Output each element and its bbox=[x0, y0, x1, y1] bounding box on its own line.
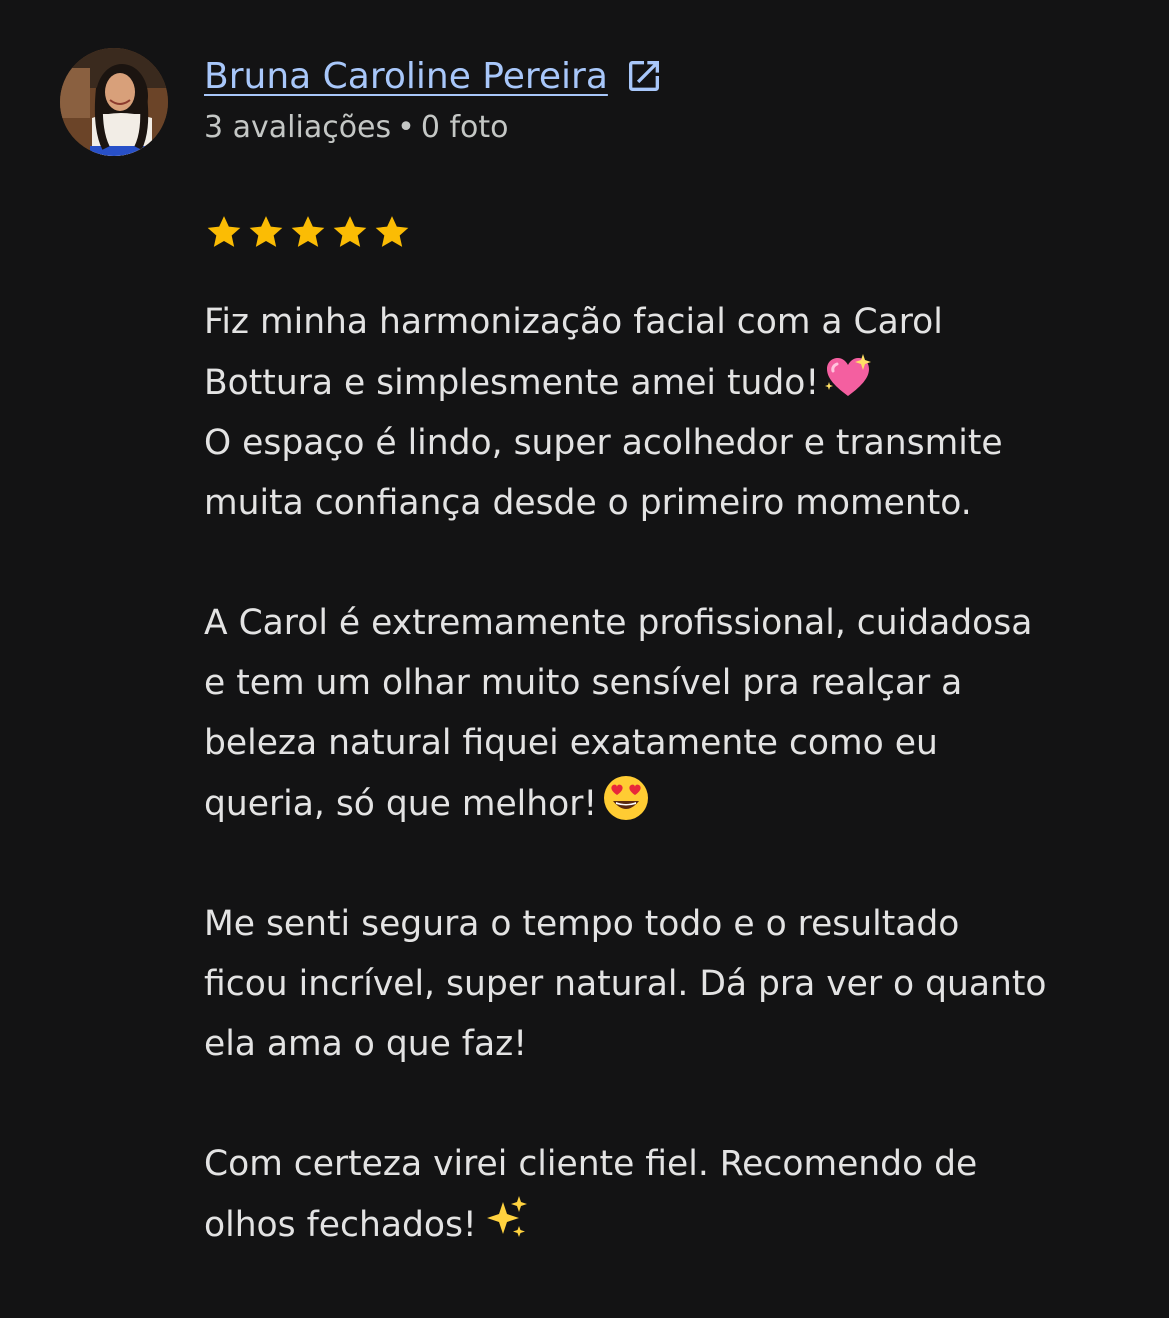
star-icon bbox=[291, 216, 325, 247]
review-line-text: Bottura e simplesmente amei tudo! bbox=[204, 363, 820, 403]
heart-eyes-face-icon bbox=[604, 776, 649, 820]
review-line: queria, só que melhor! bbox=[204, 773, 1134, 834]
review-card: Bruna Caroline Pereira 3 avaliações • 0 fo… bbox=[0, 0, 1169, 1318]
review-line-text: olhos fechados! bbox=[204, 1205, 477, 1245]
review-line-text: ficou incrível, super natural. Dá pra ve… bbox=[204, 964, 1047, 1004]
sparkles-icon bbox=[486, 1196, 527, 1237]
review-line: Bottura e simplesmente amei tudo! bbox=[204, 352, 1134, 413]
review-line: e tem um olhar muito sensível pra realça… bbox=[204, 653, 1134, 713]
review-paragraph: Fiz minha harmonização facial com a Caro… bbox=[204, 292, 1134, 533]
review-line: Me senti segura o tempo todo e o resulta… bbox=[204, 894, 1134, 954]
review-line-text: beleza natural fiquei exatamente como eu bbox=[204, 723, 938, 763]
star-icon bbox=[249, 216, 283, 247]
review-line: beleza natural fiquei exatamente como eu bbox=[204, 713, 1134, 773]
review-line: muita confiança desde o primeiro momento… bbox=[204, 473, 1134, 533]
meta-separator: • bbox=[397, 110, 415, 145]
photo-count: 0 foto bbox=[420, 110, 509, 145]
review-paragraph: Me senti segura o tempo todo e o resulta… bbox=[204, 894, 1134, 1074]
star-icon bbox=[207, 216, 241, 247]
review-line: Fiz minha harmonização facial com a Caro… bbox=[204, 292, 1134, 352]
review-line-text: Fiz minha harmonização facial com a Caro… bbox=[204, 302, 943, 342]
review-line: ficou incrível, super natural. Dá pra ve… bbox=[204, 954, 1134, 1014]
review-count: 3 avaliações bbox=[204, 110, 392, 145]
author-avatar[interactable] bbox=[60, 48, 168, 156]
sparkling-heart-icon bbox=[825, 354, 872, 396]
review-line-text: ela ama o que faz! bbox=[204, 1024, 528, 1064]
review-line: A Carol é extremamente profissional, cui… bbox=[204, 593, 1134, 653]
star-icon bbox=[375, 216, 409, 247]
open-in-new-icon[interactable] bbox=[624, 56, 664, 96]
review-line: ela ama o que faz! bbox=[204, 1014, 1134, 1074]
author-name-link[interactable]: Bruna Caroline Pereira bbox=[204, 56, 608, 97]
review-paragraph: Com certeza virei cliente fiel. Recomend… bbox=[204, 1134, 1134, 1255]
review-line-text: O espaço é lindo, super acolhedor e tran… bbox=[204, 423, 1003, 463]
star-icon bbox=[333, 216, 367, 247]
review-line-text: queria, só que melhor! bbox=[204, 784, 598, 824]
review-line-text: Com certeza virei cliente fiel. Recomend… bbox=[204, 1144, 978, 1184]
star-rating bbox=[204, 212, 414, 252]
review-paragraph: A Carol é extremamente profissional, cui… bbox=[204, 593, 1134, 834]
avatar-photo bbox=[60, 48, 168, 156]
author-meta: 3 avaliações • 0 foto bbox=[204, 110, 509, 145]
review-body: Fiz minha harmonização facial com a Caro… bbox=[204, 292, 1134, 1255]
review-line: Com certeza virei cliente fiel. Recomend… bbox=[204, 1134, 1134, 1194]
review-line: O espaço é lindo, super acolhedor e tran… bbox=[204, 413, 1134, 473]
review-line-text: Me senti segura o tempo todo e o resulta… bbox=[204, 904, 960, 944]
review-line-text: A Carol é extremamente profissional, cui… bbox=[204, 603, 1033, 643]
review-line: olhos fechados! bbox=[204, 1194, 1134, 1255]
author-header: Bruna Caroline Pereira bbox=[204, 50, 664, 102]
review-line-text: muita confiança desde o primeiro momento… bbox=[204, 483, 972, 523]
review-line-text: e tem um olhar muito sensível pra realça… bbox=[204, 663, 963, 703]
